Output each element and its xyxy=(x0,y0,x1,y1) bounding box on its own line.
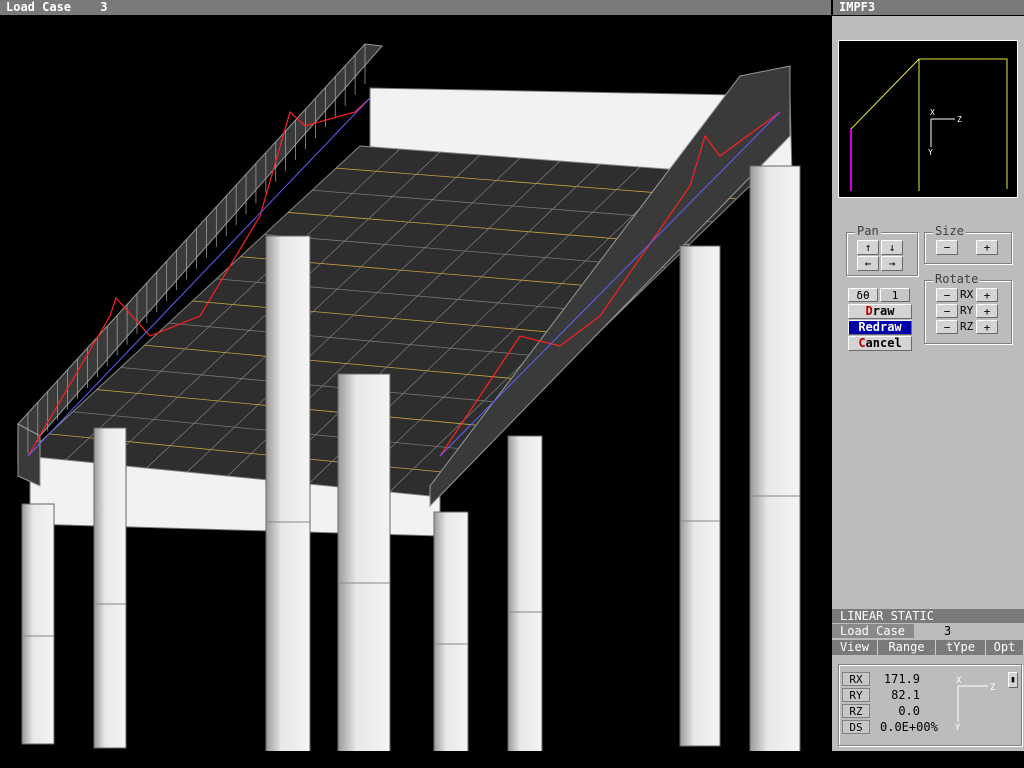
readout-axis-z: Z xyxy=(990,683,996,693)
rotate-label: Rotate xyxy=(933,272,981,286)
rotate-z-plus-button[interactable]: + xyxy=(976,320,998,334)
size-label: Size xyxy=(933,224,966,238)
ry-readout-value: 82.1 xyxy=(891,688,920,702)
redraw-button[interactable]: Redraw xyxy=(848,320,912,335)
tab-opt[interactable]: Opt xyxy=(986,640,1024,655)
rotate-y-label: RY xyxy=(960,304,974,317)
preview-axis-z: Z xyxy=(957,115,962,124)
panel-load-case-value[interactable]: 3 xyxy=(914,624,1024,638)
rotate-y-plus-button[interactable]: + xyxy=(976,304,998,318)
main-title-bar: Load Case 3 xyxy=(0,0,831,15)
pan-down-button[interactable]: ↓ xyxy=(881,240,903,255)
readout-axis-x: X xyxy=(956,676,962,686)
structure-render xyxy=(17,43,801,751)
pan-label: Pan xyxy=(855,224,881,238)
rotate-x-minus-button[interactable]: − xyxy=(936,288,958,302)
load-case-number: 3 xyxy=(100,0,108,14)
rx-readout-label: RX xyxy=(842,672,870,686)
tab-view[interactable]: View xyxy=(832,640,878,655)
model-viewport[interactable] xyxy=(0,16,831,751)
preview-axis-x: X xyxy=(930,108,935,117)
preview-axis-y: Y xyxy=(928,148,933,157)
orientation-preview: X Z Y xyxy=(838,40,1018,198)
size-minus-button[interactable]: − xyxy=(936,240,958,255)
cancel-button[interactable]: Cancel xyxy=(848,336,912,351)
delta-theta-input[interactable]: 1 xyxy=(880,288,910,302)
side-title-bar: IMPF3 xyxy=(833,0,1024,15)
rotate-z-minus-button[interactable]: − xyxy=(936,320,958,334)
ds-readout-label: DS xyxy=(842,720,870,734)
rotate-z-label: RZ xyxy=(960,320,974,333)
ds-readout-value: 0.0E+00% xyxy=(880,720,938,734)
pan-left-button[interactable]: ← xyxy=(857,256,879,271)
rz-readout-value: 0.0 xyxy=(898,704,920,718)
delta-theta-label: δθ xyxy=(848,288,878,302)
analysis-type-bar: LINEAR STATIC xyxy=(832,609,1024,623)
readout-scroll-handle[interactable]: ▮ xyxy=(1008,672,1018,688)
rotate-y-minus-button[interactable]: − xyxy=(936,304,958,318)
panel-load-case-bar: Load Case 3 xyxy=(832,624,1024,638)
ry-readout-label: RY xyxy=(842,688,870,702)
tab-type[interactable]: tYpe xyxy=(936,640,986,655)
load-case-label: Load Case xyxy=(6,0,72,14)
size-plus-button[interactable]: + xyxy=(976,240,998,255)
tab-range[interactable]: Range xyxy=(878,640,936,655)
rx-readout-value: 171.9 xyxy=(883,672,920,686)
rz-readout-label: RZ xyxy=(842,704,870,718)
rotate-x-label: RX xyxy=(960,288,974,301)
pan-up-button[interactable]: ↑ xyxy=(857,240,879,255)
pan-right-button[interactable]: → xyxy=(881,256,903,271)
panel-load-case-label: Load Case xyxy=(840,624,906,638)
draw-button[interactable]: Draw xyxy=(848,304,912,319)
readout-axis-y: Y xyxy=(955,723,961,732)
rotate-x-plus-button[interactable]: + xyxy=(976,288,998,302)
